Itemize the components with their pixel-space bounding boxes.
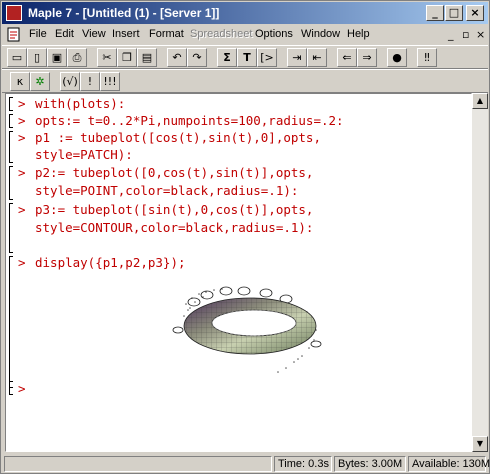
- doc-minimize-button[interactable]: _: [448, 28, 454, 41]
- maple-input-line[interactable]: p3:= tubeplot([sin(t),0,cos(t)],opts,: [35, 202, 313, 217]
- maple-input-line[interactable]: p1 := tubeplot([cos(t),sin(t),0],opts,: [35, 130, 321, 145]
- paste-icon[interactable]: ▤: [137, 48, 157, 67]
- maple-input-line[interactable]: p2:= tubeplot([0,cos(t),sin(t)],opts,: [35, 165, 313, 180]
- input-prompt: >: [18, 381, 26, 396]
- maple-input-line[interactable]: display({p1,p2,p3});: [35, 255, 186, 270]
- maple-input-line[interactable]: style=PATCH):: [35, 147, 133, 162]
- main-toolbar: ▭ ▯ ▣ ⎙ ✂ ❐ ▤ ↶ ↷ Σ T [> ⇥ ⇤ ⇐ ⇒ ● ‼: [2, 45, 488, 69]
- close-button[interactable]: ×: [466, 5, 484, 21]
- execution-group-bracket[interactable]: [9, 256, 13, 388]
- maple-input-line[interactable]: style=CONTOUR,color=black,radius=.1):: [35, 220, 313, 235]
- save-icon[interactable]: ▣: [47, 48, 67, 67]
- maximize-button[interactable]: □: [445, 5, 463, 21]
- window-title: Maple 7 - [Untitled (1) - [Server 1]]: [28, 6, 220, 20]
- undo-icon[interactable]: ↶: [167, 48, 187, 67]
- minimize-button[interactable]: _: [426, 5, 444, 21]
- execute-icon[interactable]: ‼: [417, 48, 437, 67]
- maple-app-icon[interactable]: [6, 5, 22, 21]
- menu-edit[interactable]: Edit: [55, 28, 74, 40]
- maple-input-line[interactable]: opts:= t=0..2*Pi,numpoints=100,radius=.2…: [35, 113, 344, 128]
- maple-window: Maple 7 - [Untitled (1) - [Server 1]] _ …: [0, 0, 490, 474]
- maple-input-line[interactable]: with(plots):: [35, 96, 125, 111]
- input-prompt: >: [18, 202, 26, 217]
- execution-group-bracket[interactable]: [9, 131, 13, 163]
- indent-icon[interactable]: ⇥: [287, 48, 307, 67]
- input-prompt: >: [18, 165, 26, 180]
- cut-icon[interactable]: ✂: [97, 48, 117, 67]
- status-time: Time: 0.3s: [274, 456, 332, 472]
- execution-group-bracket[interactable]: [9, 114, 13, 128]
- arrow-left-icon[interactable]: ⇐: [337, 48, 357, 67]
- worksheet-area[interactable]: > > > > > > > with(plots): opts:= t=0..2…: [5, 93, 472, 452]
- patch-tube-plot: [183, 297, 317, 355]
- status-available: Available: 130M: [408, 456, 490, 472]
- scroll-up-arrow-icon[interactable]: ▲: [472, 93, 488, 109]
- status-message: [4, 456, 272, 472]
- menu-options[interactable]: Options: [255, 28, 293, 40]
- doc-close-button[interactable]: ×: [476, 28, 485, 41]
- maple-input-icon[interactable]: [>: [257, 48, 277, 67]
- status-bytes: Bytes: 3.00M: [334, 456, 406, 472]
- execution-group-bracket[interactable]: [9, 166, 13, 200]
- input-prompt: >: [18, 255, 26, 270]
- status-bar: Time: 0.3s Bytes: 3.00M Available: 130M: [2, 454, 490, 473]
- doc-restore-button[interactable]: ▫: [462, 28, 469, 41]
- menu-file[interactable]: File: [29, 28, 47, 40]
- execution-group-bracket[interactable]: [9, 97, 13, 111]
- menu-bar: File Edit View Insert Format Spreadsheet…: [2, 25, 488, 44]
- k-icon[interactable]: κ: [10, 72, 30, 91]
- menu-view[interactable]: View: [82, 28, 106, 40]
- menu-insert[interactable]: Insert: [112, 28, 140, 40]
- double-exclamation-icon[interactable]: !!!: [100, 72, 120, 91]
- input-prompt: >: [18, 130, 26, 145]
- text-T-icon[interactable]: T: [237, 48, 257, 67]
- exclamation-icon[interactable]: !: [80, 72, 100, 91]
- stop-icon[interactable]: ●: [387, 48, 407, 67]
- open-folder-icon[interactable]: ▯: [27, 48, 47, 67]
- print-icon[interactable]: ⎙: [67, 48, 87, 67]
- menu-window[interactable]: Window: [301, 28, 340, 40]
- menu-spreadsheet: Spreadsheet: [190, 28, 253, 40]
- context-toolbar: κ ✲ (√) ! !!!: [2, 69, 488, 93]
- maple-input-line[interactable]: style=POINT,color=black,radius=.1):: [35, 183, 298, 198]
- maple-leaf-icon[interactable]: ✲: [30, 72, 50, 91]
- execution-group-bracket[interactable]: [9, 381, 13, 395]
- title-bar[interactable]: Maple 7 - [Untitled (1) - [Server 1]] _ …: [2, 2, 488, 24]
- new-document-icon[interactable]: ▭: [7, 48, 27, 67]
- 3d-plot-output[interactable]: [166, 282, 331, 382]
- input-prompt: >: [18, 96, 26, 111]
- input-prompt: >: [18, 113, 26, 128]
- menu-help[interactable]: Help: [347, 28, 370, 40]
- copy-icon[interactable]: ❐: [117, 48, 137, 67]
- arrow-right-icon[interactable]: ⇒: [357, 48, 377, 67]
- parentheses-icon[interactable]: (√): [60, 72, 80, 91]
- outdent-icon[interactable]: ⇤: [307, 48, 327, 67]
- scroll-down-arrow-icon[interactable]: ▼: [472, 436, 488, 452]
- redo-icon[interactable]: ↷: [187, 48, 207, 67]
- document-icon[interactable]: [6, 27, 22, 42]
- execution-group-bracket[interactable]: [9, 203, 13, 253]
- sigma-icon[interactable]: Σ: [217, 48, 237, 67]
- vertical-scrollbar[interactable]: ▲ ▼: [472, 93, 488, 452]
- menu-format[interactable]: Format: [149, 28, 184, 40]
